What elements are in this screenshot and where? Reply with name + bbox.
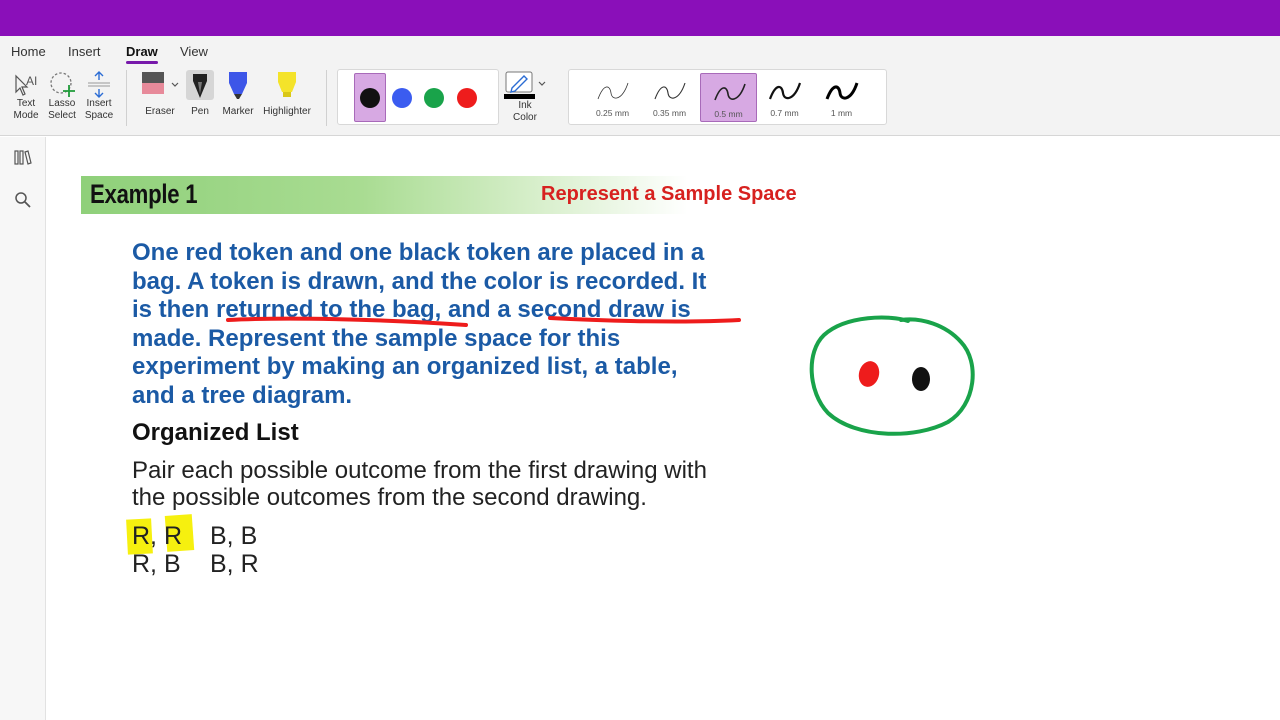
text-mode-button[interactable]: AI Text Mode [9, 70, 43, 121]
pen-red-swatch[interactable] [457, 88, 477, 108]
stroke-sample-icon [597, 82, 629, 100]
insert-space-label-2: Space [84, 109, 114, 121]
insert-space-button[interactable]: Insert Space [82, 70, 116, 121]
thickness-label: 1 mm [830, 108, 853, 118]
highlighter-button[interactable]: Highlighter [259, 70, 315, 118]
left-sidebar [0, 137, 46, 720]
ink-black-token [912, 367, 930, 391]
lasso-label-1: Lasso [48, 98, 76, 109]
insert-space-icon [88, 71, 110, 98]
ink-color-button[interactable]: Ink Color [503, 70, 547, 123]
highlighter-icon [278, 72, 296, 97]
ink-layer [226, 315, 975, 436]
thickness-label: 0.7 mm [770, 108, 799, 118]
thickness-0-5-mm[interactable]: 0.5 mm [700, 73, 757, 122]
eraser-button[interactable]: Eraser [140, 70, 180, 118]
stroke-sample-icon [714, 83, 746, 101]
title-bar [0, 0, 1280, 36]
marker-label: Marker [222, 106, 254, 117]
pen-black-swatch[interactable] [360, 88, 380, 108]
ink-underline-second-draw [548, 316, 741, 324]
lasso-label-2: Select [48, 109, 76, 121]
ribbon-divider [326, 70, 327, 126]
text-mode-label-2: Mode [13, 109, 39, 121]
eraser-label: Eraser [145, 106, 175, 117]
thickness-palette: 0.25 mm 0.35 mm 0.5 mm 0.7 mm 1 mm [568, 69, 887, 125]
thickness-0-35-mm[interactable]: 0.35 mm [641, 73, 698, 122]
ribbon: Home Insert Draw View AI Text Mode Lasso… [0, 36, 1280, 136]
ink-color-label-1: Ink [518, 100, 532, 111]
tab-draw[interactable]: Draw [126, 44, 158, 64]
notebooks-icon[interactable] [14, 150, 32, 171]
eraser-icon [142, 72, 179, 94]
thickness-0-7-mm[interactable]: 0.7 mm [756, 73, 813, 122]
thickness-1-mm[interactable]: 1 mm [813, 73, 870, 122]
ink-bag-circle [809, 315, 975, 436]
lasso-select-button[interactable]: Lasso Select [45, 70, 79, 121]
ribbon-divider [126, 70, 127, 126]
pen-blue-swatch[interactable] [392, 88, 412, 108]
lasso-icon [50, 72, 75, 97]
thickness-label: 0.35 mm [652, 108, 687, 118]
pen-palette [337, 69, 499, 125]
stroke-sample-icon [825, 82, 859, 100]
tab-home[interactable]: Home [11, 44, 46, 59]
search-icon[interactable] [14, 191, 32, 214]
ink-color-label-2: Color [513, 111, 537, 123]
marker-icon [229, 72, 247, 99]
ink-red-token [858, 361, 880, 387]
stroke-sample-icon [654, 82, 686, 100]
insert-space-label-1: Insert [86, 98, 112, 109]
text-mode-label-1: Text [16, 98, 36, 109]
thickness-0-25-mm[interactable]: 0.25 mm [584, 73, 641, 122]
pen-icon [186, 70, 214, 100]
highlighter-label: Highlighter [263, 106, 311, 117]
pen-button[interactable]: Pen [184, 70, 216, 118]
ink-underline-returned [226, 316, 468, 327]
marker-button[interactable]: Marker [222, 70, 254, 118]
svg-text:AI: AI [26, 74, 37, 88]
tab-insert[interactable]: Insert [68, 44, 101, 59]
stroke-sample-icon [768, 82, 802, 100]
pen-green-swatch[interactable] [424, 88, 444, 108]
tab-view[interactable]: View [180, 44, 208, 59]
note-page[interactable]: Example 1 Represent a Sample Space One r… [46, 137, 1280, 720]
ink-color-icon [504, 71, 546, 99]
thickness-label: 0.25 mm [595, 108, 630, 118]
thickness-label: 0.5 mm [714, 109, 743, 119]
pen-label: Pen [191, 106, 209, 117]
text-mode-icon: AI [15, 74, 37, 96]
